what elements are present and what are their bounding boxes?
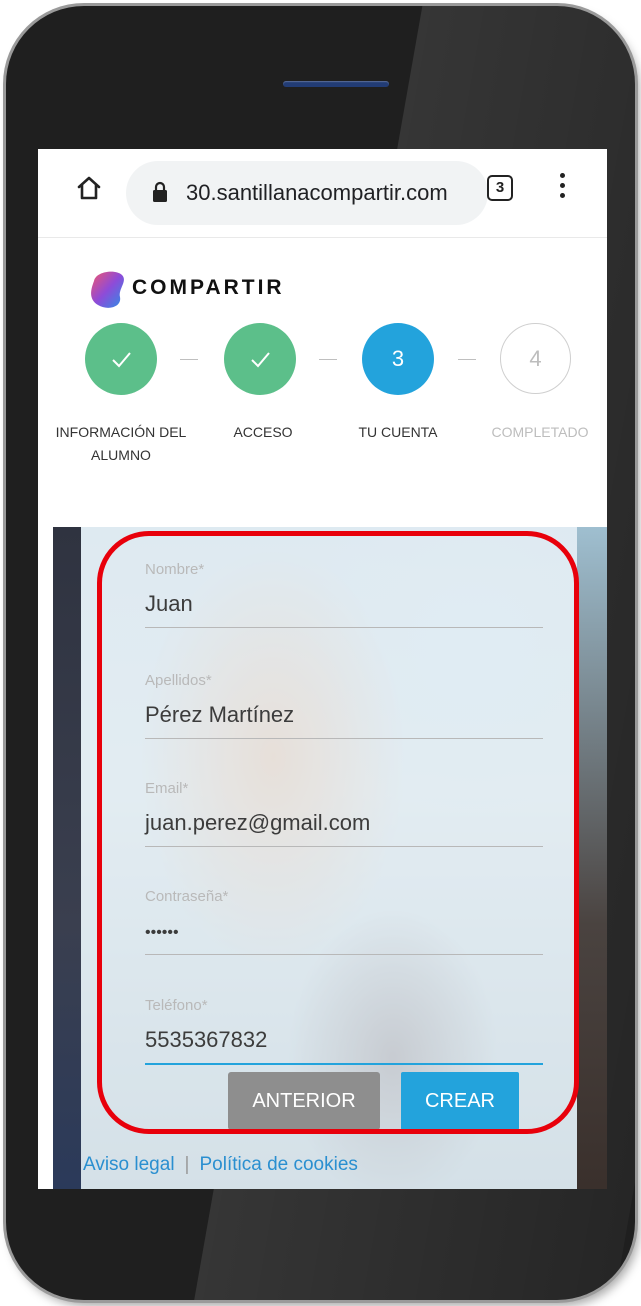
step-1-circle <box>85 323 157 395</box>
step-2-circle <box>224 323 296 395</box>
progress-stepper: 3 4 INFORMACIÓN DEL ALUMNO ACCESO TU CUEN… <box>38 315 607 465</box>
logo-icon <box>91 271 124 308</box>
step-4-label: COMPLETADO <box>491 424 589 440</box>
phone-speaker <box>283 81 389 87</box>
step-1-label: INFORMACIÓN DEL ALUMNO <box>55 424 187 463</box>
background-edge-left <box>53 527 81 1189</box>
step-4-circle: 4 <box>500 323 571 394</box>
check-icon <box>112 352 131 368</box>
home-icon[interactable] <box>76 175 102 201</box>
step-separator <box>319 359 337 360</box>
step-separator <box>180 359 198 360</box>
lock-icon <box>153 181 167 202</box>
step-2-label: ACCESO <box>233 424 293 440</box>
logo-text: COMPARTIR <box>132 276 285 299</box>
footer-separator: | <box>184 1154 190 1175</box>
background-edge-right <box>577 527 607 1189</box>
browser-toolbar: 30.santillanacompartir.com 3 <box>38 149 607 238</box>
legal-notice-link[interactable]: Aviso legal <box>83 1154 175 1175</box>
tabs-icon[interactable]: 3 <box>487 175 513 201</box>
highlight-frame <box>97 531 579 1134</box>
more-vert-icon[interactable] <box>558 173 566 207</box>
url-text: 30.santillanacompartir.com <box>186 180 448 205</box>
footer-links: Aviso legal | Política de cookies <box>83 1154 358 1176</box>
address-bar[interactable]: 30.santillanacompartir.com <box>126 161 488 225</box>
check-icon <box>251 352 270 368</box>
step-3-circle: 3 <box>362 323 434 395</box>
step-3-label: TU CUENTA <box>358 424 438 440</box>
step-separator <box>458 359 476 360</box>
cookies-policy-link[interactable]: Política de cookies <box>199 1154 357 1175</box>
